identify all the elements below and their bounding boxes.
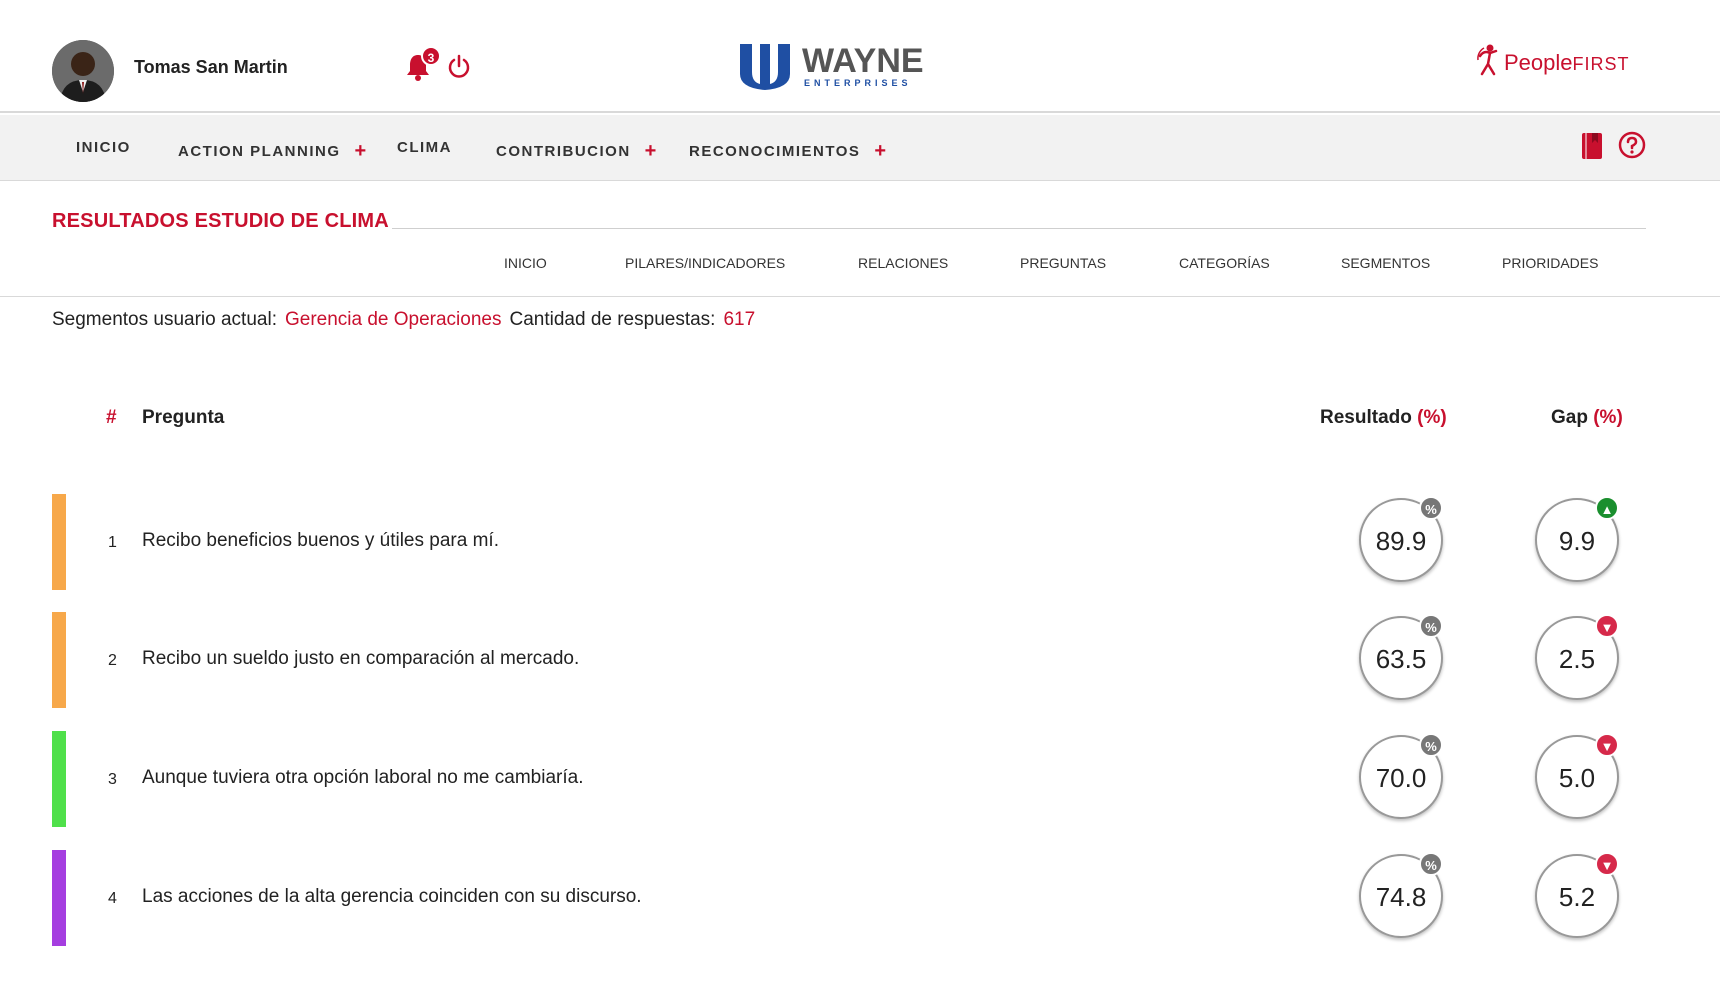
subnav-categorias[interactable]: CATEGORÍAS <box>1179 255 1270 271</box>
power-icon[interactable] <box>446 54 472 80</box>
arrow-down-icon: ▼ <box>1595 852 1619 876</box>
notification-badge: 3 <box>421 46 441 66</box>
nav-item-action-planning[interactable]: ACTION PLANNING + <box>178 139 368 162</box>
arrow-up-icon: ▲ <box>1595 496 1619 520</box>
peoplefirst-figure-icon <box>1477 44 1498 76</box>
column-header-question: Pregunta <box>142 407 225 428</box>
column-header-gap-unit: (%) <box>1593 407 1623 428</box>
nav-item-label: INICIO <box>76 139 131 156</box>
result-value: 89.9 <box>1375 526 1427 556</box>
peoplefirst-logo: PeopleFIRST <box>1474 42 1634 82</box>
result-value: 63.5 <box>1375 644 1427 674</box>
gap-circle[interactable]: 9.9 ▲ <box>1535 496 1619 582</box>
nav-item-label: RECONOCIMIENTOS <box>689 143 861 160</box>
subnav-inicio[interactable]: INICIO <box>504 255 547 271</box>
subnav-preguntas[interactable]: PREGUNTAS <box>1020 255 1106 271</box>
response-count-value: 617 <box>723 309 756 330</box>
peoplefirst-text-first: FIRST <box>1572 54 1630 74</box>
row-number: 4 <box>108 890 117 907</box>
wayne-logo-subtext: ENTERPRISES <box>804 78 912 88</box>
table-row: 1 Recibo beneficios buenos y útiles para… <box>0 494 1720 590</box>
row-number: 3 <box>108 771 117 788</box>
plus-icon[interactable]: + <box>645 140 658 162</box>
gap-value: 5.2 <box>1558 882 1596 912</box>
gap-value: 2.5 <box>1558 644 1596 674</box>
nav-item-label: CONTRIBUCION <box>496 143 631 160</box>
nav-item-label: CLIMA <box>397 139 452 156</box>
main-nav: INICIO ACTION PLANNING + CLIMA CONTRIBUCI… <box>0 115 1720 181</box>
result-circle[interactable]: 63.5 % <box>1359 614 1443 700</box>
column-header-gap-label: Gap <box>1551 407 1588 428</box>
percent-icon: % <box>1419 852 1443 876</box>
plus-icon[interactable]: + <box>355 140 368 162</box>
percent-icon: % <box>1419 733 1443 757</box>
subnav-segmentos[interactable]: SEGMENTOS <box>1341 255 1430 271</box>
arrow-down-icon: ▼ <box>1595 614 1619 638</box>
gap-value: 9.9 <box>1558 526 1596 556</box>
column-header-result-label: Resultado <box>1320 407 1412 428</box>
result-circle[interactable]: 70.0 % <box>1359 733 1443 819</box>
segment-label: Segmentos usuario actual: <box>52 309 277 330</box>
subnav-relaciones[interactable]: RELACIONES <box>858 255 948 271</box>
wayne-logo-text: WAYNE <box>802 42 924 80</box>
response-count-label: Cantidad de respuestas: <box>509 309 716 330</box>
title-divider <box>392 228 1646 229</box>
help-icon[interactable] <box>1618 131 1646 159</box>
gap-circle[interactable]: 2.5 ▼ <box>1535 614 1619 700</box>
subnav-pilares-indicadores[interactable]: PILARES/INDICADORES <box>625 255 785 271</box>
column-header-number: # <box>106 407 117 428</box>
row-number: 1 <box>108 534 117 551</box>
peoplefirst-text-people: People <box>1504 50 1573 75</box>
percent-icon: % <box>1419 614 1443 638</box>
table-row: 2 Recibo un sueldo justo en comparación … <box>0 612 1720 708</box>
nav-item-clima[interactable]: CLIMA <box>397 139 452 156</box>
segment-info: Segmentos usuario actual: Gerencia de Ope… <box>52 309 763 331</box>
row-color-bar <box>52 850 66 946</box>
question-text: Las acciones de la alta gerencia coincid… <box>142 886 642 907</box>
gap-circle[interactable]: 5.2 ▼ <box>1535 852 1619 938</box>
question-text: Aunque tuviera otra opción laboral no me… <box>142 767 584 788</box>
nav-item-reconocimientos[interactable]: RECONOCIMIENTOS + <box>689 139 888 162</box>
result-circle[interactable]: 89.9 % <box>1359 496 1443 582</box>
row-number: 2 <box>108 652 117 669</box>
arrow-down-icon: ▼ <box>1595 733 1619 757</box>
top-header: Tomas San Martin 3 WAYNE ENTERPRISES Peo… <box>0 0 1720 113</box>
page-title: RESULTADOS ESTUDIO DE CLIMA <box>52 210 389 232</box>
book-icon[interactable] <box>1580 131 1604 161</box>
nav-item-inicio[interactable]: INICIO <box>76 139 131 156</box>
subnav-prioridades[interactable]: PRIORIDADES <box>1502 255 1598 271</box>
gap-circle[interactable]: 5.0 ▼ <box>1535 733 1619 819</box>
percent-icon: % <box>1419 496 1443 520</box>
user-avatar[interactable] <box>52 40 114 102</box>
question-text: Recibo un sueldo justo en comparación al… <box>142 648 580 669</box>
column-header-result: Resultado (%) <box>1320 407 1447 429</box>
gap-value: 5.0 <box>1558 763 1596 793</box>
subnav-divider <box>0 296 1720 297</box>
result-value: 74.8 <box>1375 882 1427 912</box>
question-text: Recibo beneficios buenos y útiles para m… <box>142 530 499 551</box>
table-row: 3 Aunque tuviera otra opción laboral no … <box>0 731 1720 827</box>
segment-value: Gerencia de Operaciones <box>284 309 502 330</box>
nav-item-label: ACTION PLANNING <box>178 143 341 160</box>
row-color-bar <box>52 612 66 708</box>
row-color-bar <box>52 731 66 827</box>
result-value: 70.0 <box>1375 763 1427 793</box>
peoplefirst-text: PeopleFIRST <box>1504 50 1630 76</box>
column-header-gap: Gap (%) <box>1551 407 1623 429</box>
row-color-bar <box>52 494 66 590</box>
column-header-result-unit: (%) <box>1417 407 1447 428</box>
user-name: Tomas San Martin <box>134 57 288 77</box>
table-row: 4 Las acciones de la alta gerencia coinc… <box>0 850 1720 946</box>
result-circle[interactable]: 74.8 % <box>1359 852 1443 938</box>
plus-icon[interactable]: + <box>874 140 887 162</box>
nav-item-contribucion[interactable]: CONTRIBUCION + <box>496 139 658 162</box>
wayne-logo: WAYNE ENTERPRISES <box>740 42 924 90</box>
avatar-image <box>52 40 114 102</box>
